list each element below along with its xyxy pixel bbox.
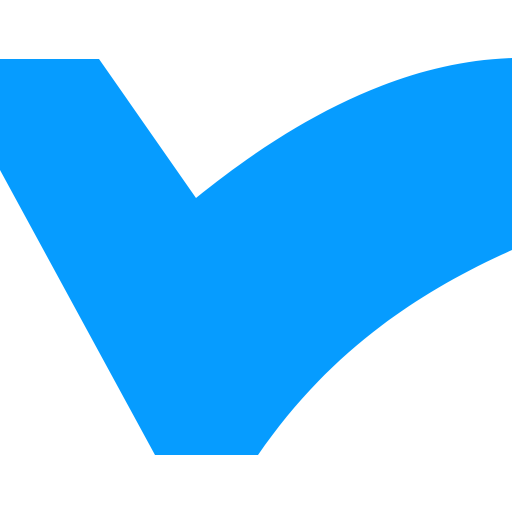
checkmark-icon (0, 58, 512, 455)
checkmark-shape (0, 58, 512, 455)
logo-canvas (0, 0, 512, 512)
